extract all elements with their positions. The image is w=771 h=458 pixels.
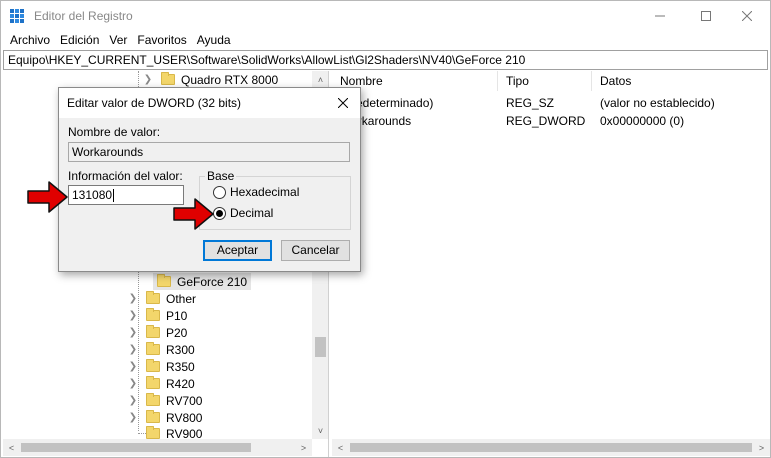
- menu-archivo[interactable]: Archivo: [5, 31, 55, 49]
- menu-favoritos[interactable]: Favoritos: [132, 31, 191, 49]
- tree-item[interactable]: ❯ P10: [128, 307, 187, 324]
- close-icon: [742, 11, 752, 21]
- ok-button[interactable]: Aceptar: [203, 240, 272, 261]
- radio-decimal[interactable]: Decimal: [213, 206, 273, 220]
- value-name-label: Nombre de valor:: [68, 125, 161, 139]
- chevron-right-icon[interactable]: ❯: [128, 310, 138, 321]
- value-data: (valor no establecido): [600, 96, 715, 110]
- scroll-down-icon[interactable]: ˅: [312, 422, 328, 439]
- chevron-right-icon[interactable]: ❯: [143, 74, 153, 85]
- folder-icon: [146, 359, 160, 372]
- minimize-icon: [655, 15, 665, 17]
- radio-hexadecimal[interactable]: Hexadecimal: [213, 185, 299, 199]
- tree-item-label: RV700: [166, 393, 203, 408]
- tree-item-label: R350: [166, 359, 195, 374]
- value-type: REG_DWORD: [506, 114, 586, 128]
- tree-item-label: R420: [166, 376, 195, 391]
- list-horizontal-scrollbar[interactable]: < >: [332, 439, 770, 456]
- edit-dword-dialog: Editar valor de DWORD (32 bits) Nombre d…: [58, 87, 361, 272]
- chevron-right-icon[interactable]: ❯: [128, 378, 138, 389]
- minimize-button[interactable]: [637, 1, 683, 31]
- registry-editor-icon: [10, 9, 24, 23]
- tree-item-label: GeForce 210: [177, 274, 248, 289]
- scroll-up-icon[interactable]: ˄: [312, 71, 328, 88]
- values-list-pane[interactable]: Nombre Tipo Datos (Predeterminado) REG_S…: [332, 71, 770, 457]
- tree-item-label: Quadro RTX 8000: [181, 72, 279, 87]
- dialog-close-button[interactable]: [334, 94, 352, 112]
- tree-item[interactable]: ❯ RV800: [128, 409, 202, 426]
- maximize-icon: [701, 11, 711, 21]
- cancel-button[interactable]: Cancelar: [281, 240, 350, 261]
- dialog-title-bar: Editar valor de DWORD (32 bits): [59, 88, 360, 118]
- folder-icon: [146, 426, 160, 439]
- chevron-right-icon[interactable]: ❯: [128, 293, 138, 304]
- table-row[interactable]: Workarounds REG_DWORD 0x00000000 (0): [332, 112, 770, 130]
- folder-icon: [146, 376, 160, 389]
- tree-item[interactable]: ❯ Other: [128, 290, 196, 307]
- registry-editor-window: Editor del Registro Archivo Edición Ver …: [0, 0, 771, 458]
- tree-item-selected[interactable]: GeForce 210: [153, 273, 252, 290]
- tree-item[interactable]: ❯ Quadro RTX 8000: [143, 71, 278, 88]
- value-data: 0x00000000 (0): [600, 114, 685, 128]
- tree-horizontal-scrollbar[interactable]: < >: [3, 439, 312, 456]
- folder-icon: [146, 342, 160, 355]
- window-title: Editor del Registro: [34, 9, 133, 23]
- address-bar[interactable]: Equipo\HKEY_CURRENT_USER\Software\SolidW…: [3, 50, 768, 70]
- tree-item-label: R300: [166, 342, 195, 357]
- scrollbar-thumb[interactable]: [350, 443, 752, 452]
- folder-icon: [146, 308, 160, 321]
- value-type: REG_SZ: [506, 96, 555, 110]
- folder-icon: [146, 291, 160, 304]
- tree-item[interactable]: ❯ R300: [128, 341, 195, 358]
- tree-item-label: RV800: [166, 410, 203, 425]
- tree-item[interactable]: ❯ RV700: [128, 392, 202, 409]
- table-row[interactable]: (Predeterminado) REG_SZ (valor no establ…: [332, 94, 770, 112]
- scroll-left-icon[interactable]: <: [3, 439, 20, 456]
- scroll-right-icon[interactable]: >: [753, 439, 770, 456]
- column-header-type[interactable]: Tipo: [498, 71, 592, 91]
- close-button[interactable]: [724, 1, 770, 31]
- maximize-button[interactable]: [683, 1, 729, 31]
- menu-bar: Archivo Edición Ver Favoritos Ayuda: [1, 31, 770, 49]
- title-bar: Editor del Registro: [1, 1, 770, 31]
- folder-icon: [146, 393, 160, 406]
- value-name-field: Workarounds: [68, 142, 350, 162]
- red-arrow-annotation-icon: [173, 198, 214, 230]
- chevron-right-icon[interactable]: ❯: [128, 327, 138, 338]
- base-group-label: Base: [205, 169, 237, 183]
- value-data-label: Información del valor:: [68, 169, 183, 183]
- close-icon: [338, 98, 348, 108]
- tree-item[interactable]: ❯ P20: [128, 324, 187, 341]
- scroll-left-icon[interactable]: <: [332, 439, 349, 456]
- chevron-right-icon[interactable]: ❯: [128, 412, 138, 423]
- scrollbar-thumb[interactable]: [21, 443, 251, 452]
- value-data-input[interactable]: 131080: [68, 185, 184, 205]
- folder-icon: [146, 410, 160, 423]
- menu-ver[interactable]: Ver: [104, 31, 132, 49]
- menu-ayuda[interactable]: Ayuda: [192, 31, 236, 49]
- tree-item[interactable]: ❯ R350: [128, 358, 195, 375]
- tree-item-label: P20: [166, 325, 188, 340]
- dialog-title: Editar valor de DWORD (32 bits): [67, 96, 242, 110]
- chevron-right-icon[interactable]: ❯: [128, 395, 138, 406]
- folder-icon: [146, 325, 160, 338]
- tree-item[interactable]: ❯ R420: [128, 375, 195, 392]
- scroll-right-icon[interactable]: >: [295, 439, 312, 456]
- list-header: Nombre Tipo Datos: [332, 71, 770, 91]
- folder-icon: [157, 274, 171, 287]
- folder-icon: [161, 72, 175, 85]
- column-header-data[interactable]: Datos: [592, 71, 770, 91]
- chevron-right-icon[interactable]: ❯: [128, 344, 138, 355]
- scrollbar-thumb[interactable]: [315, 337, 326, 357]
- value-data-text: 131080: [72, 188, 113, 202]
- tree-item-label: Other: [166, 291, 197, 306]
- radio-label: Decimal: [230, 206, 274, 220]
- chevron-right-icon[interactable]: ❯: [128, 361, 138, 372]
- radio-label: Hexadecimal: [230, 185, 300, 199]
- tree-item-label: P10: [166, 308, 188, 323]
- menu-edicion[interactable]: Edición: [55, 31, 104, 49]
- red-arrow-annotation-icon: [27, 181, 68, 213]
